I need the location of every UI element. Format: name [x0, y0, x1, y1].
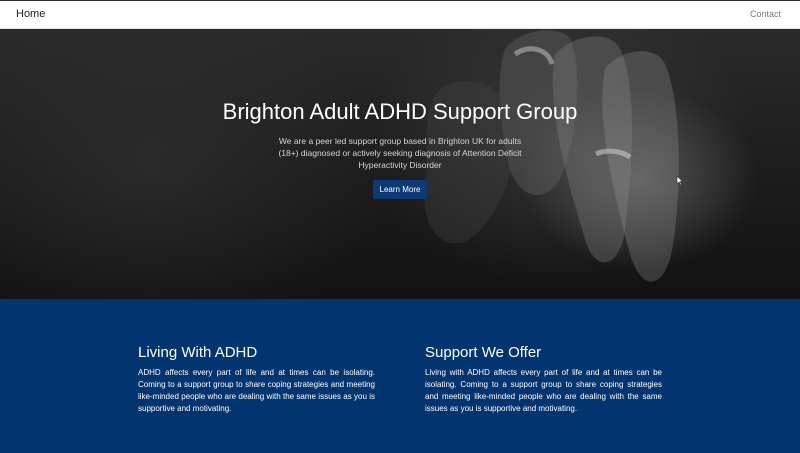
hero-section: Brighton Adult ADHD Support Group We are…: [0, 29, 800, 299]
hero-title: Brighton Adult ADHD Support Group: [222, 99, 578, 124]
column-title: Living With ADHD: [138, 344, 258, 361]
info-section: Living With ADHD ADHD affects every part…: [0, 299, 800, 453]
hero-description: We are a peer led support group based in…: [278, 136, 522, 170]
column-text: ADHD affects every part of life and at t…: [138, 368, 375, 413]
learn-more-button[interactable]: Learn More: [373, 180, 427, 199]
mouse-pointer-icon: [676, 175, 684, 186]
home-link[interactable]: Home: [16, 8, 45, 20]
support-we-offer-column: Support We Offer Living with ADHD affect…: [425, 344, 662, 415]
column-title: Support We Offer: [425, 344, 542, 361]
contact-link[interactable]: Contact: [750, 9, 781, 19]
living-with-adhd-column: Living With ADHD ADHD affects every part…: [138, 344, 375, 415]
navbar: Home Contact: [0, 0, 800, 29]
column-text: Living with ADHD affects every part of l…: [425, 368, 662, 413]
